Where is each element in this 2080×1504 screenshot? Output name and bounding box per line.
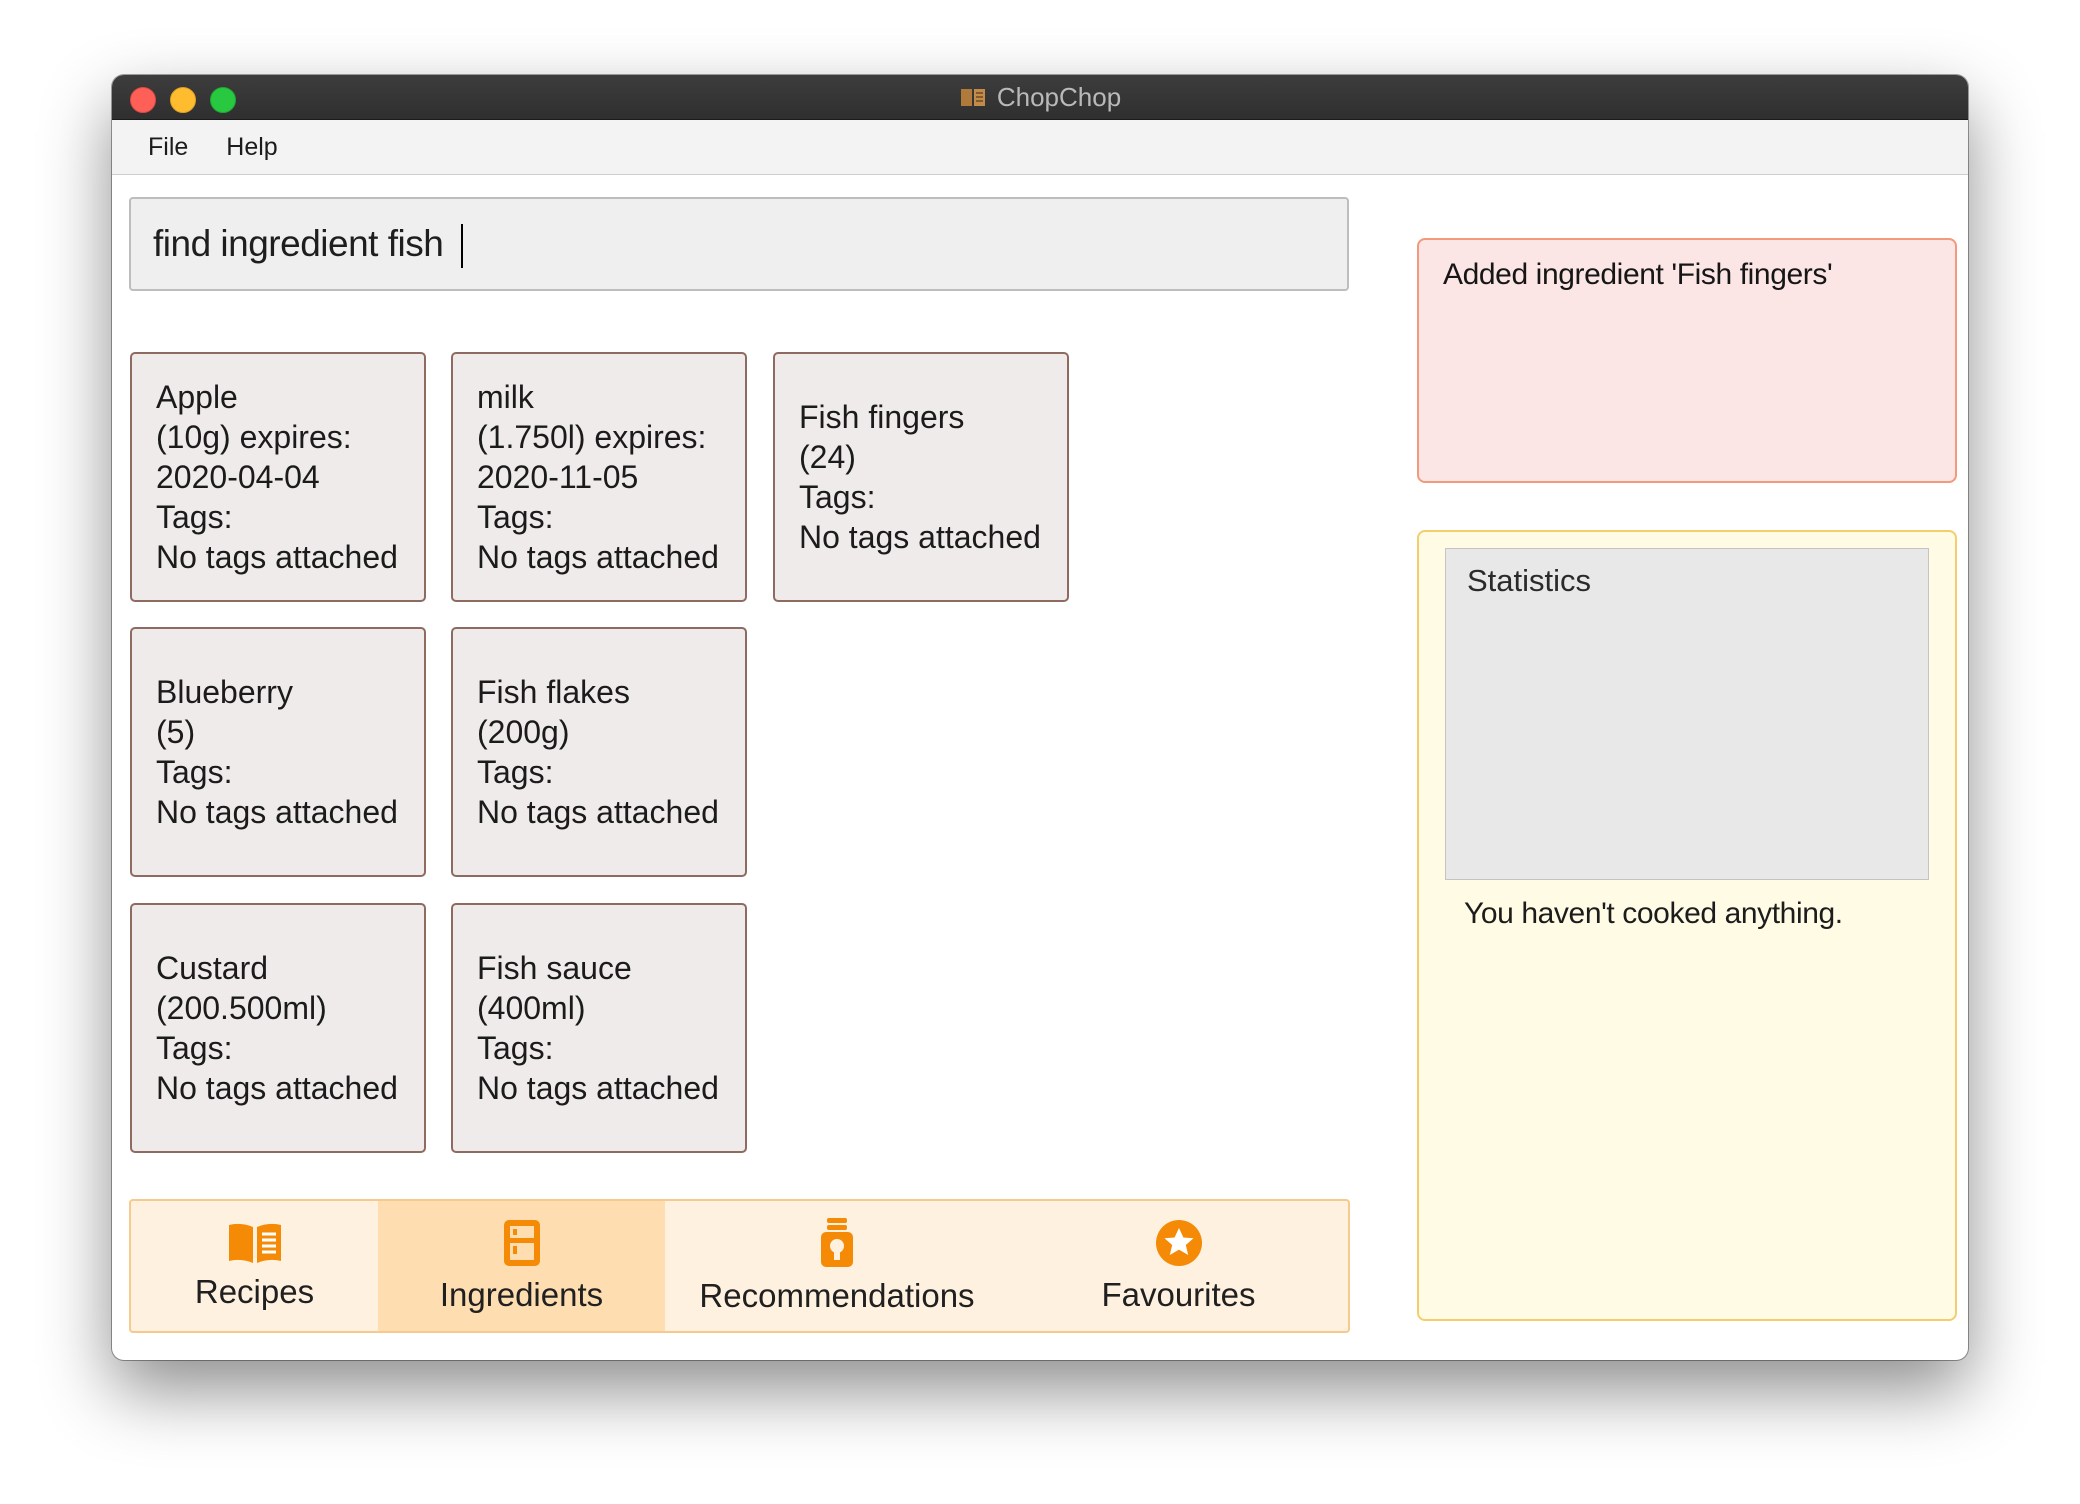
window-title: ChopChop (996, 81, 1122, 112)
result-display: Added ingredient 'Fish fingers' (1417, 238, 1957, 483)
ingredient-card-milk[interactable]: milk (1.750l) expires: 2020-11-05 Tags: … (451, 352, 747, 602)
tab-ingredients[interactable]: Ingredients (378, 1201, 665, 1331)
ingredient-tags-value: No tags attached (156, 794, 398, 830)
tab-recommendations[interactable]: Recommendations (665, 1201, 1009, 1331)
ingredient-quantity: (24) (799, 439, 856, 475)
menu-file[interactable]: File (129, 133, 207, 162)
ingredient-card-blueberry[interactable]: Blueberry (5) Tags: No tags attached (130, 627, 426, 877)
text-caret (461, 224, 463, 268)
ingredient-quantity: (10g) expires: (156, 419, 352, 455)
menu-help[interactable]: Help (207, 133, 296, 162)
ingredient-expiry: 2020-11-05 (477, 459, 639, 495)
tab-bar: Recipes Ingredients Recommendations Favo… (129, 1199, 1350, 1333)
command-box[interactable] (129, 197, 1349, 291)
ingredient-tags-value: No tags attached (156, 539, 398, 575)
ingredient-name: Blueberry (156, 674, 293, 710)
ingredient-tags-label: Tags: (477, 1030, 554, 1066)
ingredient-card-fish-flakes[interactable]: Fish flakes (200g) Tags: No tags attache… (451, 627, 747, 877)
tab-label: Ingredients (439, 1276, 604, 1313)
lightbulb-icon (821, 1218, 853, 1267)
ingredient-quantity: (5) (156, 714, 196, 750)
menu-bar: File Help (112, 120, 1968, 175)
tab-label: Recipes (194, 1273, 315, 1310)
star-icon (1155, 1220, 1202, 1266)
ingredient-tags-value: No tags attached (477, 539, 719, 575)
tab-favourites[interactable]: Favourites (1009, 1201, 1348, 1331)
ingredient-tags-label: Tags: (477, 499, 554, 535)
ingredient-tags-value: No tags attached (156, 1070, 398, 1106)
ingredient-quantity: (1.750l) expires: (477, 419, 707, 455)
ingredient-name: Apple (156, 379, 238, 415)
ingredient-card-fish-sauce[interactable]: Fish sauce (400ml) Tags: No tags attache… (451, 903, 747, 1153)
ingredient-card-custard[interactable]: Custard (200.500ml) Tags: No tags attach… (130, 903, 426, 1153)
ingredient-tags-value: No tags attached (477, 794, 719, 830)
ingredient-quantity: (200g) (477, 714, 570, 750)
ingredient-tags-value: No tags attached (477, 1070, 719, 1106)
tab-label: Favourites (1101, 1276, 1256, 1313)
statistics-panel: Statistics You haven't cooked anything. (1417, 530, 1957, 1321)
ingredient-name: Fish fingers (799, 399, 965, 435)
ingredient-tags-label: Tags: (156, 499, 233, 535)
statistics-box: Statistics (1445, 548, 1929, 880)
ingredient-tags-label: Tags: (477, 754, 554, 790)
command-input[interactable] (131, 222, 1347, 266)
ingredient-name: Fish sauce (477, 950, 632, 986)
recipe-book-icon (228, 1223, 281, 1263)
app-window: ChopChop File Help Apple (10g) expires: … (112, 75, 1968, 1360)
ingredient-name: Custard (156, 950, 269, 986)
ingredient-tags-label: Tags: (156, 1030, 233, 1066)
ingredient-quantity: (200.500ml) (156, 990, 327, 1026)
book-icon (959, 86, 987, 108)
ingredient-tags-label: Tags: (156, 754, 233, 790)
statistics-title: Statistics (1467, 563, 1592, 598)
tab-label: Recommendations (699, 1277, 975, 1314)
ingredient-card-fish-fingers[interactable]: Fish fingers (24) Tags: No tags attached (773, 352, 1069, 602)
result-message: Added ingredient 'Fish fingers' (1443, 258, 1833, 291)
ingredient-tags-value: No tags attached (799, 519, 1041, 555)
ingredient-quantity: (400ml) (477, 990, 586, 1026)
tab-recipes[interactable]: Recipes (131, 1201, 378, 1331)
statistics-empty-message: You haven't cooked anything. (1464, 897, 1843, 930)
ingredient-name: milk (477, 379, 534, 415)
ingredient-list: Apple (10g) expires: 2020-04-04 Tags: No… (130, 352, 1350, 1153)
title-bar: ChopChop (112, 75, 1968, 120)
window-title-group: ChopChop (112, 75, 1968, 119)
fridge-icon (503, 1220, 540, 1266)
ingredient-name: Fish flakes (477, 674, 630, 710)
ingredient-card-apple[interactable]: Apple (10g) expires: 2020-04-04 Tags: No… (130, 352, 426, 602)
ingredient-expiry: 2020-04-04 (156, 459, 320, 495)
ingredient-tags-label: Tags: (799, 479, 876, 515)
